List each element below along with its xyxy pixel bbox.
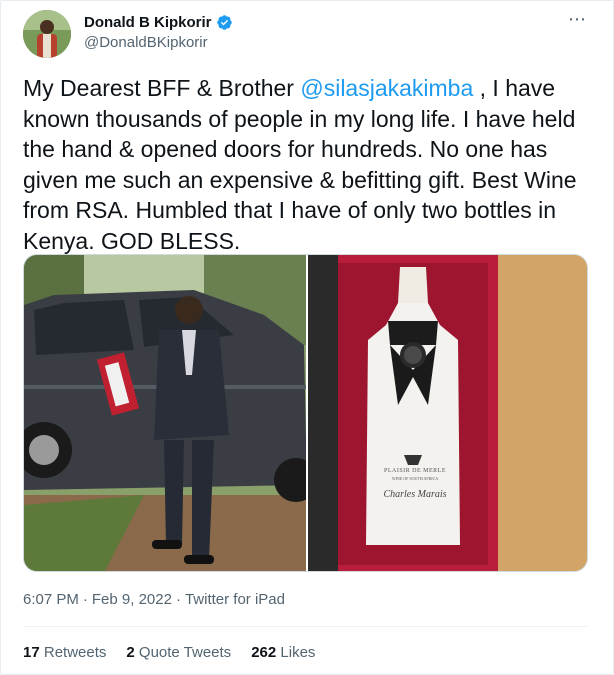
tweet-text: My Dearest BFF & Brother @silasjakakimba… xyxy=(23,73,593,256)
wine-label-line-1: PLAISIR DE MERLE xyxy=(384,468,446,474)
photo-wine-bottle[interactable]: PLAISIR DE MERLE WINE OF SOUTH AFRICA Ch… xyxy=(308,255,587,571)
avatar[interactable] xyxy=(23,10,71,58)
tweet-stats: 17 Retweets 2 Quote Tweets 262 Likes xyxy=(23,644,315,661)
retweets-stat[interactable]: 17 Retweets xyxy=(23,644,106,661)
retweets-count: 17 xyxy=(23,644,40,661)
quotes-label: Quote Tweets xyxy=(138,644,232,661)
tweet-header: Donald B Kipkorir @DonaldBKipkorir ⋯ xyxy=(23,10,593,60)
likes-stat[interactable]: 262 Likes xyxy=(251,644,315,661)
quote-tweets-stat[interactable]: 2 Quote Tweets xyxy=(126,644,231,661)
likes-count: 262 xyxy=(251,644,277,661)
tweet-time[interactable]: 6:07 PM xyxy=(23,591,79,608)
quotes-count: 2 xyxy=(126,644,135,661)
verified-badge-icon xyxy=(216,14,233,31)
mention-link[interactable]: @silasjakakimba xyxy=(300,75,473,101)
wine-label-line-3: WINE OF SOUTH AFRICA xyxy=(391,476,439,481)
meta-separator-2: · xyxy=(175,591,181,608)
display-name[interactable]: Donald B Kipkorir xyxy=(84,14,212,31)
tweet-text-part-1: My Dearest BFF & Brother xyxy=(23,75,301,101)
more-options-icon[interactable]: ⋯ xyxy=(568,10,587,28)
author-names: Donald B Kipkorir @DonaldBKipkorir xyxy=(84,14,233,51)
media-grid: PLAISIR DE MERLE WINE OF SOUTH AFRICA Ch… xyxy=(23,254,588,572)
retweets-label: Retweets xyxy=(43,644,107,661)
tweet-text-part-2: , I have known thousands of people in my… xyxy=(23,75,577,254)
tweet-card: Donald B Kipkorir @DonaldBKipkorir ⋯ My … xyxy=(0,0,614,675)
tweet-date[interactable]: Feb 9, 2022 xyxy=(92,591,172,608)
tweet-source[interactable]: Twitter for iPad xyxy=(185,591,285,608)
likes-label: Likes xyxy=(280,644,316,661)
wine-label-text: PLAISIR DE MERLE WINE OF SOUTH AFRICA Ch… xyxy=(370,468,460,500)
handle[interactable]: @DonaldBKipkorir xyxy=(84,34,233,51)
photo-man-with-car[interactable] xyxy=(24,255,306,571)
tweet-meta: 6:07 PM · Feb 9, 2022 · Twitter for iPad xyxy=(23,591,285,608)
divider xyxy=(23,626,588,627)
meta-separator: · xyxy=(82,591,88,608)
wine-label-line-2: Charles Marais xyxy=(383,489,447,500)
